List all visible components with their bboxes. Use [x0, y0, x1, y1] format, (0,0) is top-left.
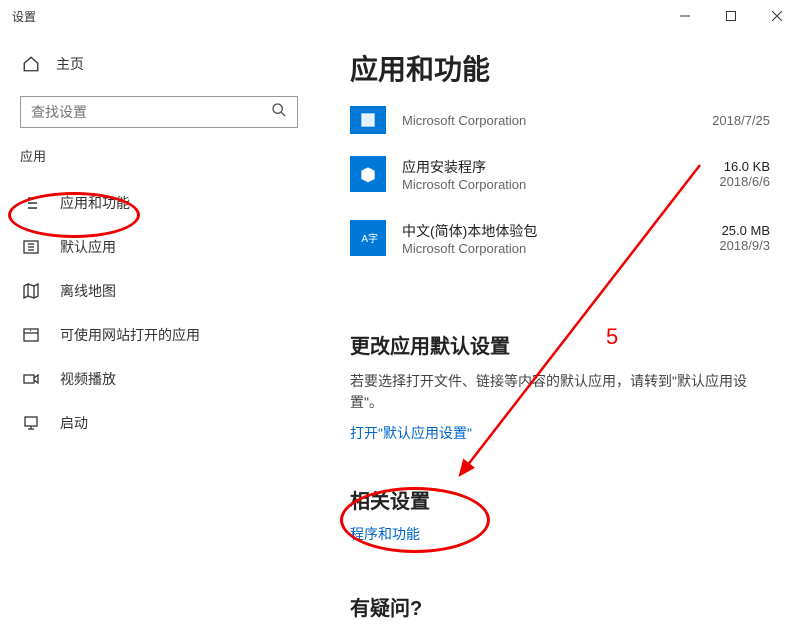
search-input[interactable]: [20, 96, 298, 128]
list-icon: [22, 195, 40, 211]
sidebar-item-video-playback[interactable]: 视频播放: [20, 357, 320, 401]
window-controls: [662, 0, 800, 32]
related-settings-heading: 相关设置: [350, 485, 770, 514]
app-name: 中文(简体)本地体验包: [402, 221, 719, 241]
titlebar: 设置: [0, 0, 800, 32]
nav-label: 默认应用: [60, 237, 116, 257]
section-label: 应用: [20, 146, 320, 165]
page-title: 应用和功能: [350, 48, 770, 88]
close-button[interactable]: [754, 0, 800, 32]
change-defaults-heading: 更改应用默认设置: [350, 330, 770, 359]
nav-label: 启动: [60, 413, 88, 433]
app-icon: [350, 106, 386, 134]
sidebar: 主页 应用 应用和功能 默认应用: [0, 32, 320, 636]
app-publisher: Microsoft Corporation: [402, 177, 719, 192]
video-icon: [22, 371, 40, 387]
sidebar-item-startup[interactable]: 启动: [20, 401, 320, 445]
nav-label: 视频播放: [60, 369, 116, 389]
app-size: 16.0 KB: [719, 159, 770, 174]
nav-label: 应用和功能: [60, 193, 130, 213]
app-size: 25.0 MB: [719, 223, 770, 238]
programs-features-link[interactable]: 程序和功能: [350, 526, 420, 542]
app-row[interactable]: A字 中文(简体)本地体验包 Microsoft Corporation 25.…: [350, 208, 770, 268]
sidebar-item-default-apps[interactable]: 默认应用: [20, 225, 320, 269]
sidebar-item-apps-features[interactable]: 应用和功能: [20, 181, 320, 225]
search-icon: [271, 102, 287, 123]
app-name: 应用安装程序: [402, 157, 719, 177]
app-icon: [350, 156, 386, 192]
nav-label: 离线地图: [60, 281, 116, 301]
change-defaults-text: 若要选择打开文件、链接等内容的默认应用，请转到"默认应用设置"。: [350, 371, 770, 413]
home-button[interactable]: 主页: [20, 44, 320, 84]
app-date: 2018/7/25: [712, 113, 770, 128]
window-title: 设置: [12, 8, 36, 25]
map-icon: [22, 283, 40, 299]
app-row[interactable]: 应用安装程序 Microsoft Corporation 16.0 KB 201…: [350, 144, 770, 204]
app-publisher: Microsoft Corporation: [402, 113, 712, 128]
open-default-apps-link[interactable]: 打开"默认应用设置": [350, 425, 472, 441]
website-icon: [22, 327, 40, 343]
app-publisher: Microsoft Corporation: [402, 241, 719, 256]
nav-label: 可使用网站打开的应用: [60, 325, 200, 345]
questions-heading: 有疑问?: [350, 592, 770, 621]
home-icon: [22, 55, 40, 73]
app-row[interactable]: Microsoft Corporation 2018/7/25: [350, 100, 770, 140]
sidebar-item-offline-maps[interactable]: 离线地图: [20, 269, 320, 313]
app-icon: A字: [350, 220, 386, 256]
home-label: 主页: [56, 54, 84, 74]
content-area: 应用和功能 Microsoft Corporation 2018/7/25 应用…: [320, 32, 800, 636]
defaults-icon: [22, 239, 40, 255]
sidebar-item-website-apps[interactable]: 可使用网站打开的应用: [20, 313, 320, 357]
app-date: 2018/6/6: [719, 174, 770, 189]
startup-icon: [22, 415, 40, 431]
search-field[interactable]: [31, 104, 271, 120]
app-date: 2018/9/3: [719, 238, 770, 253]
minimize-button[interactable]: [662, 0, 708, 32]
maximize-button[interactable]: [708, 0, 754, 32]
svg-text:A字: A字: [361, 232, 378, 245]
